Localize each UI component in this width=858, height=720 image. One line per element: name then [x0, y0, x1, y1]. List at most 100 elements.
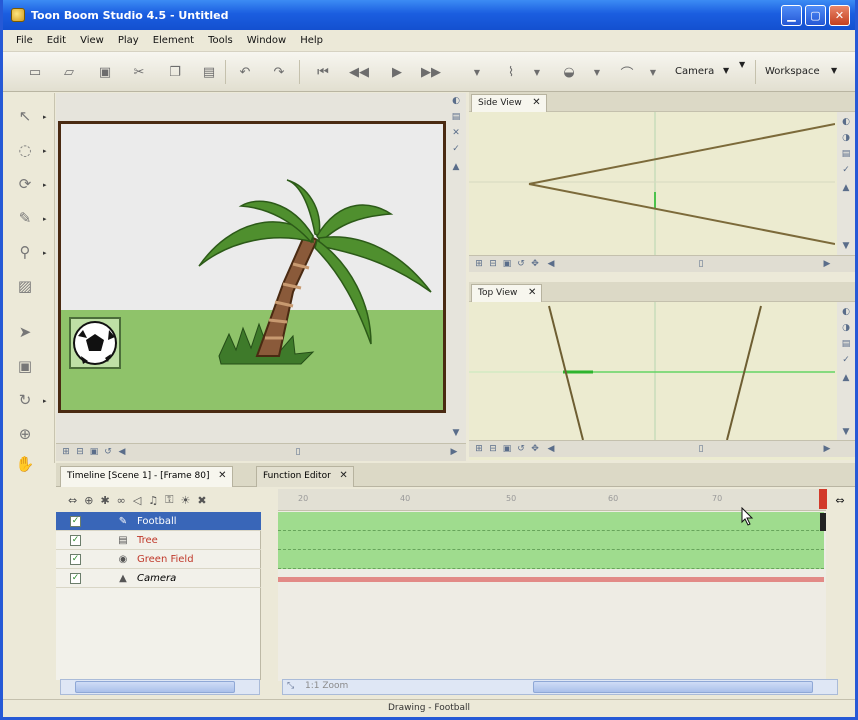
save-icon[interactable]: ▣	[95, 62, 115, 82]
play-icon[interactable]: ▶	[387, 62, 407, 82]
top-view-scrollbar-thumb[interactable]: ▯	[695, 443, 707, 455]
zoom-slider-icon[interactable]: ⤡	[287, 681, 294, 691]
pencil-tool-icon[interactable]: ✎	[13, 205, 37, 231]
tab-side-view[interactable]: Side View ✕	[471, 94, 547, 112]
side-view-shading-icon[interactable]: ◑	[840, 132, 852, 144]
camera-view-safe-area-icon[interactable]: ▤	[450, 111, 462, 123]
layer-row-football[interactable]: ✓ ✎ Football	[56, 512, 261, 531]
previous-frame-icon[interactable]: ◀◀	[349, 62, 369, 82]
side-view-light-icon[interactable]: ✓	[840, 164, 852, 176]
side-view-zoom-out-icon[interactable]: ⊟	[487, 258, 499, 270]
rotate-tool-icon[interactable]: ↻	[13, 387, 37, 413]
scene-stage[interactable]	[58, 121, 446, 413]
top-view-canvas[interactable]	[469, 302, 835, 441]
camera-dropdown[interactable]: Camera	[675, 66, 714, 77]
menu-window[interactable]: Window	[240, 35, 293, 46]
side-view-rotate-icon[interactable]: ↺	[515, 258, 527, 270]
top-view-scroll-left-icon[interactable]: ◀	[545, 443, 557, 455]
open-folder-icon[interactable]: ▱	[59, 62, 79, 82]
next-frame-icon[interactable]: ▶▶	[421, 62, 441, 82]
new-file-icon[interactable]: ▭	[25, 62, 45, 82]
side-view-grid-icon[interactable]: ▤	[840, 148, 852, 160]
camera-dropdown-arrow-icon[interactable]: ▼	[723, 66, 729, 75]
side-view-scroll-down-icon[interactable]: ▼	[840, 240, 852, 252]
frames-track-green-field[interactable]	[278, 550, 824, 569]
camera-view-fit-icon[interactable]: ▣	[88, 446, 100, 458]
menu-play[interactable]: Play	[111, 35, 146, 46]
tool-dropdown-icon[interactable]: ▸	[43, 181, 49, 189]
camera-view-zoom-in-icon[interactable]: ⊞	[60, 446, 72, 458]
frames-scroll-thumb[interactable]	[533, 681, 813, 693]
side-view-zoom-in-icon[interactable]: ⊞	[473, 258, 485, 270]
tool-dropdown-icon[interactable]: ▸	[43, 147, 49, 155]
side-view-fit-icon[interactable]: ▣	[501, 258, 513, 270]
top-view-shading-icon[interactable]: ◑	[840, 322, 852, 334]
add-peg-icon[interactable]: ✱	[100, 494, 109, 507]
layer-enable-checkbox[interactable]: ✓	[70, 572, 81, 584]
camera-view-grid-icon[interactable]: ✕	[450, 127, 462, 139]
tool-dropdown-icon[interactable]: ▸	[43, 249, 49, 257]
close-icon[interactable]: ✕	[528, 285, 536, 301]
close-button[interactable]: ✕	[829, 5, 850, 26]
top-view-pan-icon[interactable]: ✥	[529, 443, 541, 455]
transform-tool-icon[interactable]: ➤	[13, 319, 37, 345]
camera-view-scroll-left-icon[interactable]: ◀	[116, 446, 128, 458]
side-view-canvas[interactable]	[469, 112, 836, 256]
top-view-rotate-icon[interactable]: ↺	[515, 443, 527, 455]
playhead-handle[interactable]	[819, 489, 827, 509]
tool-dropdown-icon[interactable]: ▸	[43, 215, 49, 223]
select-tool-icon[interactable]: ↖	[13, 103, 37, 129]
onion-skin-dropdown-icon[interactable]: ▼	[527, 62, 547, 82]
layer-list-scrollbar[interactable]	[60, 679, 260, 695]
layer-enable-checkbox[interactable]: ✓	[70, 515, 81, 527]
top-view-zoom-in-icon[interactable]: ⊞	[473, 443, 485, 455]
hand-tool-icon[interactable]: ✋	[13, 451, 37, 477]
menu-help[interactable]: Help	[293, 35, 330, 46]
camera-view-scroll-down-icon[interactable]: ▼	[450, 427, 462, 439]
layer-enable-checkbox[interactable]: ✓	[70, 534, 81, 546]
close-icon[interactable]: ✕	[339, 467, 347, 485]
menu-file[interactable]: File	[9, 35, 40, 46]
scene-planning-tool-icon[interactable]: ▣	[13, 353, 37, 379]
frames-track-camera[interactable]	[278, 577, 824, 582]
link-icon[interactable]: ∞	[117, 494, 126, 507]
eraser-tool-icon[interactable]: ▨	[13, 273, 37, 299]
contour-tool-icon[interactable]: ◌	[13, 137, 37, 163]
workspace-dropdown-arrow-icon[interactable]: ▼	[831, 66, 837, 75]
tab-function-editor[interactable]: Function Editor ✕	[256, 466, 354, 487]
workspace-dropdown[interactable]: Workspace	[765, 66, 820, 77]
lock-icon[interactable]: ⚿	[165, 493, 173, 507]
top-view-zoom-out-icon[interactable]: ⊟	[487, 443, 499, 455]
layer-enable-checkbox[interactable]: ✓	[70, 553, 81, 565]
menu-element[interactable]: Element	[146, 35, 201, 46]
delete-layer-icon[interactable]: ✖	[197, 494, 206, 507]
camera-view-scroll-right-icon[interactable]: ▶	[448, 446, 460, 458]
expand-timeline-icon[interactable]: ⇔	[834, 495, 846, 507]
menu-edit[interactable]: Edit	[40, 35, 73, 46]
top-view-scroll-up-icon[interactable]: ▲	[840, 372, 852, 384]
side-view-scrollbar-thumb[interactable]: ▯	[695, 258, 707, 270]
tab-timeline[interactable]: Timeline [Scene 1] - [Frame 80] ✕	[60, 466, 233, 487]
camera-view-scrollbar-thumb[interactable]: ▯	[292, 446, 304, 458]
brush-icon[interactable]: ⌒	[617, 62, 637, 82]
lasso-tool-icon[interactable]: ⟳	[13, 171, 37, 197]
side-view-scroll-left-icon[interactable]: ◀	[545, 258, 557, 270]
layer-row-tree[interactable]: ✓ ▤ Tree	[56, 531, 261, 550]
camera-view-reset-icon[interactable]: ◐	[450, 95, 462, 107]
tool-dropdown-icon[interactable]: ▸	[43, 113, 49, 121]
top-view-reset-icon[interactable]: ◐	[840, 306, 852, 318]
onion-skin-icon[interactable]: ⌇	[501, 62, 521, 82]
top-view-grid-icon[interactable]: ▤	[840, 338, 852, 350]
tab-top-view[interactable]: Top View ✕	[471, 284, 543, 302]
sound-dropdown-icon[interactable]: ▼	[587, 62, 607, 82]
top-view-light-icon[interactable]: ✓	[840, 354, 852, 366]
sound-icon[interactable]: ♫	[148, 494, 158, 507]
camera-view-rotate-icon[interactable]: ↺	[102, 446, 114, 458]
brush-dropdown-icon[interactable]: ▼	[643, 62, 663, 82]
layer-list-scroll-thumb[interactable]	[75, 681, 235, 693]
maximize-button[interactable]: ▢	[805, 5, 826, 26]
first-frame-icon[interactable]: ⏮	[313, 62, 333, 82]
frames-scrollbar[interactable]: ⤡ 1:1 Zoom	[282, 679, 838, 695]
camera-view-scroll-up-icon[interactable]: ▲	[450, 161, 462, 173]
onion-icon[interactable]: ◁	[133, 494, 141, 507]
